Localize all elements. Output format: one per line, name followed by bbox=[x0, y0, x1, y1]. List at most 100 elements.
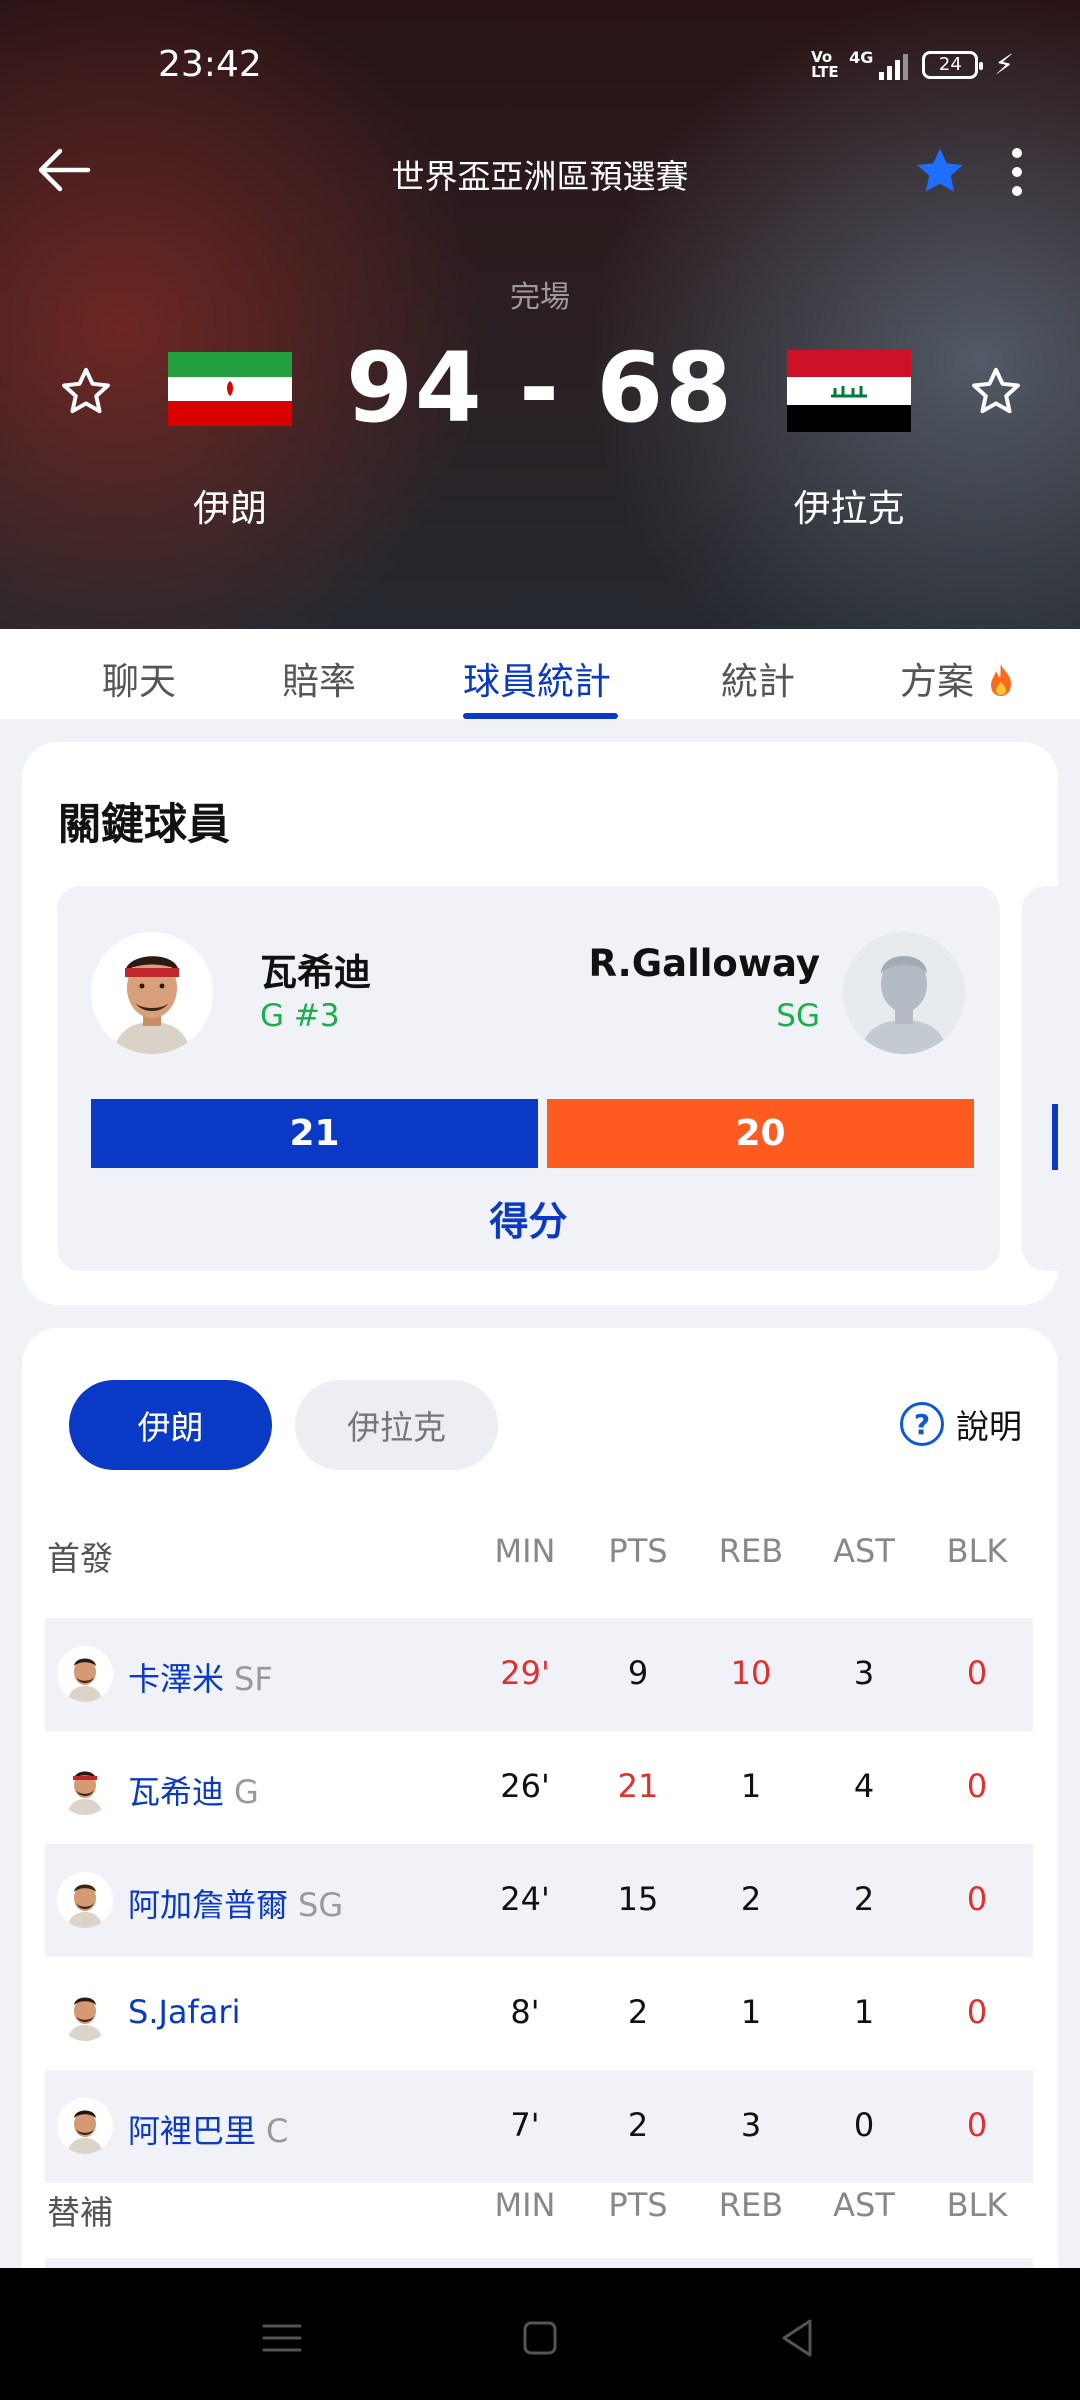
player-position: SG bbox=[298, 1886, 344, 1924]
status-time: 23:42 bbox=[158, 44, 262, 85]
table-row[interactable]: 阿裡巴里 C 7' 2 3 0 0 bbox=[45, 2070, 1033, 2183]
player-name-text: 瓦希迪 bbox=[128, 1773, 225, 1811]
stat-reb: 1 bbox=[740, 1767, 762, 1805]
player-name-text: S.Jafari bbox=[128, 1993, 241, 2031]
player-avatar bbox=[57, 1759, 113, 1815]
table-row[interactable]: 阿加詹普爾 SG 24' 15 2 2 0 bbox=[45, 1844, 1033, 1957]
stat-pts: 9 bbox=[627, 1654, 649, 1692]
starters-label: 首發 bbox=[47, 1539, 113, 1578]
stat-reb: 1 bbox=[740, 1993, 762, 2031]
bench-column-blk[interactable]: BLK bbox=[922, 2186, 1032, 2224]
home-stat-bar: 21 bbox=[91, 1099, 538, 1168]
player-avatar bbox=[57, 1985, 113, 2041]
tab-stats[interactable]: 統計 bbox=[721, 651, 795, 705]
stat-reb: 3 bbox=[740, 2106, 762, 2144]
player-name-text: 卡澤米 bbox=[128, 1660, 225, 1698]
stat-min: 26' bbox=[500, 1767, 550, 1805]
tab-player-stats[interactable]: 球員統計 bbox=[463, 651, 611, 705]
bench-label: 替補 bbox=[47, 2193, 113, 2232]
stat-blk: 0 bbox=[966, 1880, 988, 1918]
key-player-comparison[interactable]: 瓦希迪 G #3 R.Galloway SG 21 20 得分 bbox=[57, 886, 1000, 1271]
column-min[interactable]: MIN bbox=[470, 1532, 580, 1570]
match-header: 23:42 Vo LTE 4G 24 ⚡ 世界盃亞洲區預選賽 完場 94 - 68… bbox=[0, 0, 1080, 629]
player-position: C bbox=[266, 2112, 289, 2150]
player-name[interactable]: 阿裡巴里 C bbox=[128, 2106, 288, 2152]
network-type: 4G bbox=[849, 48, 874, 67]
recent-apps-icon[interactable] bbox=[252, 2308, 312, 2368]
box-score-card: 伊朗 伊拉克 ? 說明 首發 MIN PTS REB AST BLK 卡澤米 SF… bbox=[22, 1328, 1058, 2400]
question-mark-icon: ? bbox=[900, 1402, 944, 1446]
player-avatar bbox=[57, 1872, 113, 1928]
table-row[interactable]: S.Jafari 8' 2 1 1 0 bbox=[45, 1957, 1033, 2070]
stat-ast: 3 bbox=[853, 1654, 875, 1692]
home-icon[interactable] bbox=[510, 2308, 570, 2368]
battery-icon: 24 bbox=[922, 50, 984, 79]
away-stat-bar: 20 bbox=[547, 1099, 974, 1168]
iraq-flag-icon[interactable] bbox=[787, 350, 911, 432]
stat-pts: 2 bbox=[627, 2106, 649, 2144]
stat-pts: 15 bbox=[617, 1880, 659, 1918]
stat-blk: 0 bbox=[966, 1767, 988, 1805]
player-name-text: 阿裡巴里 bbox=[128, 2112, 257, 2150]
help-label: 說明 bbox=[956, 1407, 1022, 1446]
table-row[interactable]: 卡澤米 SF 29' 9 10 3 0 bbox=[45, 1618, 1033, 1731]
home-team-name[interactable]: 伊朗 bbox=[130, 478, 330, 532]
more-options-icon[interactable] bbox=[1002, 144, 1032, 200]
away-key-player-position: SG bbox=[776, 998, 820, 1034]
player-position: SF bbox=[234, 1660, 273, 1698]
tab-bar: 聊天 賠率 球員統計 統計 方案 bbox=[0, 629, 1080, 719]
tab-chat[interactable]: 聊天 bbox=[102, 651, 176, 705]
system-navigation-bar bbox=[0, 2268, 1080, 2400]
home-player-avatar[interactable] bbox=[91, 932, 213, 1054]
player-name[interactable]: 阿加詹普爾 SG bbox=[128, 1880, 343, 1926]
signal-icon bbox=[879, 50, 909, 80]
stat-ast: 4 bbox=[853, 1767, 875, 1805]
table-row[interactable]: 瓦希迪 G 26' 21 1 4 0 bbox=[45, 1731, 1033, 1844]
column-blk[interactable]: BLK bbox=[922, 1532, 1032, 1570]
stat-ast: 0 bbox=[853, 2106, 875, 2144]
away-key-player-name[interactable]: R.Galloway bbox=[589, 942, 821, 985]
player-name[interactable]: 瓦希迪 G bbox=[128, 1767, 259, 1813]
stat-reb: 10 bbox=[730, 1654, 772, 1692]
home-key-player-name[interactable]: 瓦希迪 bbox=[260, 942, 371, 996]
away-player-avatar-placeholder[interactable] bbox=[843, 932, 965, 1054]
stat-pts: 21 bbox=[617, 1767, 659, 1805]
player-avatar bbox=[57, 1646, 113, 1702]
tab-odds[interactable]: 賠率 bbox=[282, 651, 356, 705]
player-position: G bbox=[234, 1773, 259, 1811]
match-score: 94 - 68 bbox=[346, 332, 734, 444]
fire-icon bbox=[990, 664, 1011, 696]
stat-reb: 2 bbox=[740, 1880, 762, 1918]
stat-min: 8' bbox=[510, 1993, 540, 2031]
bench-column-pts[interactable]: PTS bbox=[583, 2186, 693, 2224]
stat-blk: 0 bbox=[966, 2106, 988, 2144]
follow-home-team-star-icon[interactable] bbox=[58, 364, 114, 420]
player-name[interactable]: 卡澤米 SF bbox=[128, 1654, 273, 1700]
column-pts[interactable]: PTS bbox=[583, 1532, 693, 1570]
player-avatar bbox=[57, 2098, 113, 2154]
home-key-player-position: G #3 bbox=[260, 998, 340, 1034]
status-icons: Vo LTE 4G 24 ⚡ bbox=[811, 48, 1014, 81]
favorite-match-star-icon[interactable] bbox=[912, 144, 968, 200]
stat-ast: 2 bbox=[853, 1880, 875, 1918]
column-ast[interactable]: AST bbox=[809, 1532, 919, 1570]
iran-flag-icon[interactable] bbox=[168, 352, 292, 426]
next-comparison-card-peek[interactable] bbox=[1022, 886, 1058, 1271]
column-reb[interactable]: REB bbox=[696, 1532, 806, 1570]
back-icon[interactable] bbox=[768, 2308, 828, 2368]
stat-blk: 0 bbox=[966, 1993, 988, 2031]
follow-away-team-star-icon[interactable] bbox=[968, 364, 1024, 420]
team-toggle-away[interactable]: 伊拉克 bbox=[295, 1380, 498, 1470]
team-toggle-home[interactable]: 伊朗 bbox=[69, 1380, 272, 1470]
bench-header: 替補 MIN PTS REB AST BLK bbox=[22, 2178, 1058, 2238]
bench-column-ast[interactable]: AST bbox=[809, 2186, 919, 2224]
player-name[interactable]: S.Jafari bbox=[128, 1993, 240, 2031]
match-status: 完場 bbox=[510, 280, 570, 315]
stat-min: 7' bbox=[510, 2106, 540, 2144]
bench-column-reb[interactable]: REB bbox=[696, 2186, 806, 2224]
away-team-name[interactable]: 伊拉克 bbox=[749, 478, 949, 532]
tab-plans[interactable]: 方案 bbox=[900, 651, 1016, 705]
bench-column-min[interactable]: MIN bbox=[470, 2186, 580, 2224]
help-button[interactable]: ? 說明 bbox=[900, 1400, 1022, 1448]
key-stat-label: 得分 bbox=[489, 1200, 568, 1245]
